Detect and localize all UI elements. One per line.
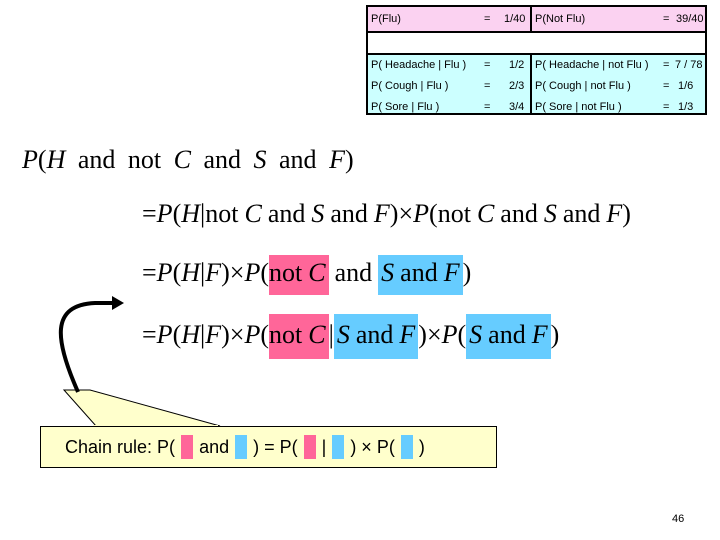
callout-pointer [62,389,221,427]
blue-chip [400,435,413,459]
blue-chip [332,435,345,459]
callout-times: ) × P( [350,436,395,457]
callout-mid: ) = P( [253,436,298,457]
callout-and: and [199,436,230,457]
blue-chip [235,435,248,459]
callout-prefix: Chain rule: P( [65,436,176,457]
pink-chip [303,435,316,459]
curved-arrow-icon [58,301,115,393]
callout-end: ) [418,436,425,457]
page-number: 46 [672,513,685,525]
pink-chip [181,435,194,459]
arrow-head-icon [112,296,124,310]
chain-rule-callout: Chain rule: P( and ) = P( | ) × P( ) [40,426,497,468]
callout-bar: | [321,436,327,457]
